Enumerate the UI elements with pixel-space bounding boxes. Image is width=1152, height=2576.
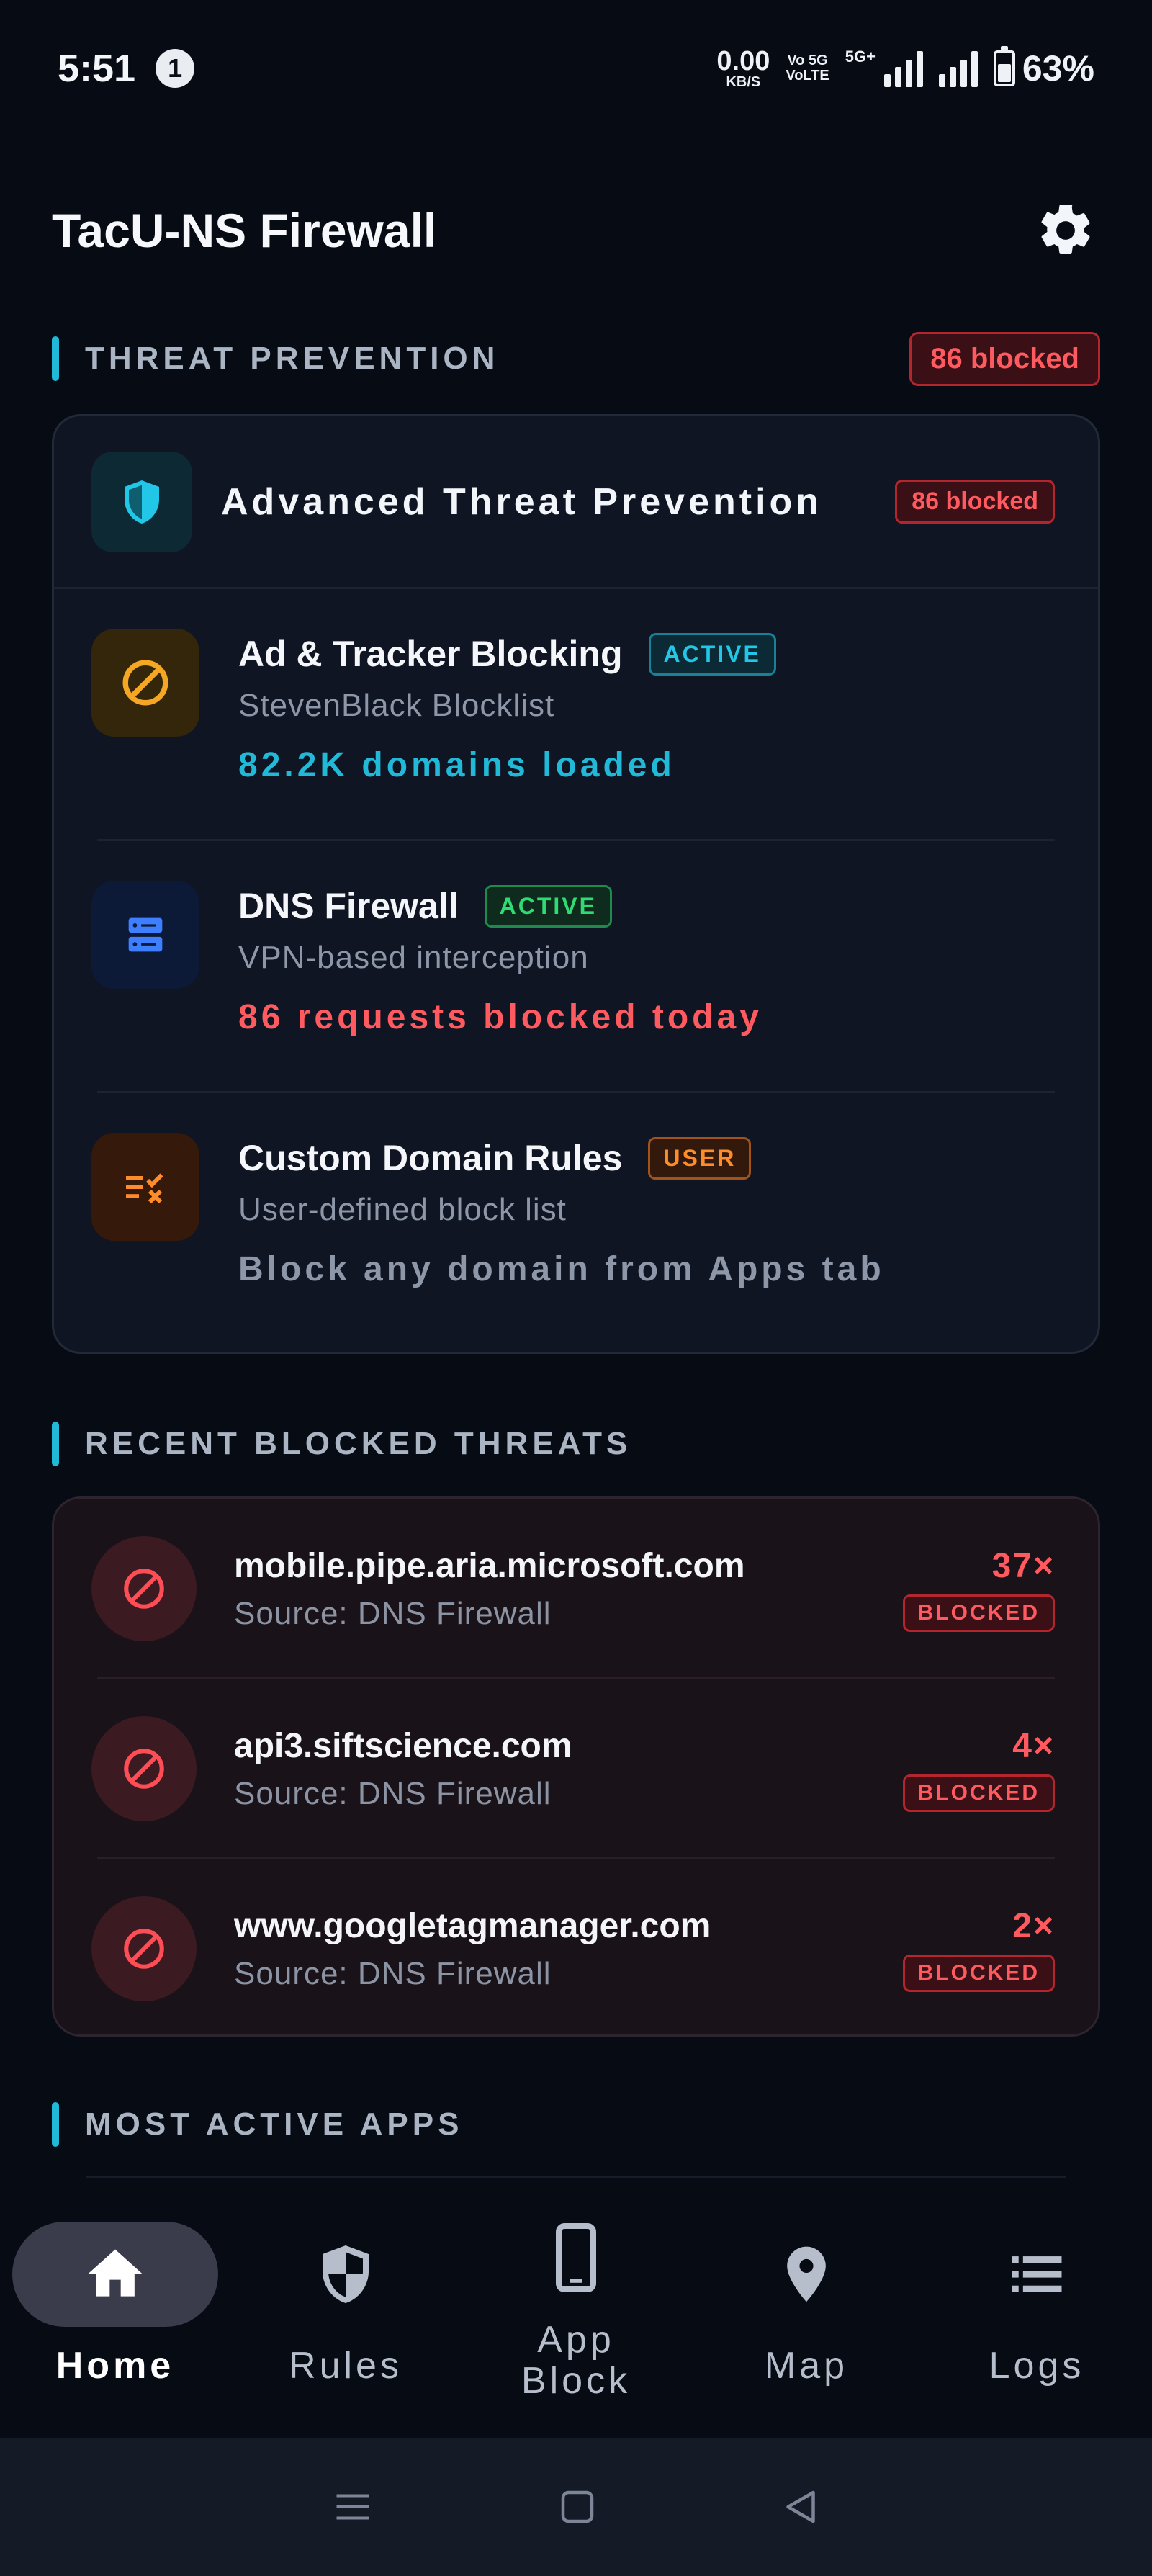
nav-home-pill[interactable] — [12, 2222, 218, 2327]
threat-row[interactable]: mobile.pipe.aria.microsoft.com Source: D… — [54, 1499, 1098, 1679]
nav-label: Map — [764, 2345, 849, 2387]
section-accent-bar — [52, 2102, 59, 2147]
threat-status-badge: BLOCKED — [902, 1594, 1055, 1632]
threat-row[interactable]: api3.siftscience.com Source: DNS Firewal… — [54, 1679, 1098, 1859]
gear-icon — [1041, 205, 1090, 254]
nav-map-pill[interactable] — [703, 2222, 909, 2327]
net-speed-unit: KB/S — [726, 74, 761, 90]
map-pin-icon — [787, 2246, 826, 2302]
feature-subtitle: User-defined block list — [238, 1192, 567, 1227]
feature-dns-firewall[interactable]: DNS Firewall ACTIVE VPN-based intercepti… — [54, 841, 1098, 1093]
atp-card-header: Advanced Threat Prevention 86 blocked — [54, 416, 1098, 589]
list-icon — [1012, 2256, 1062, 2292]
most-active-apps-header: MOST ACTIVE APPS — [52, 2096, 1100, 2153]
menu-icon[interactable] — [330, 2485, 376, 2528]
nav-app-block-pill[interactable] — [473, 2222, 679, 2315]
recent-threats-card: mobile.pipe.aria.microsoft.com Source: D… — [52, 1496, 1100, 2037]
net-speed-value: 0.00 — [716, 46, 770, 76]
feature-status-badge: USER — [648, 1136, 752, 1180]
threat-source: Source: DNS Firewall — [234, 1775, 552, 1811]
volte-label-1: Vo 5G — [787, 53, 828, 68]
battery-icon — [993, 46, 1015, 86]
status-time: 5:51 — [58, 47, 136, 90]
feature-status-badge: ACTIVE — [648, 632, 776, 676]
threat-source: Source: DNS Firewall — [234, 1595, 552, 1631]
feature-custom-domain-rules[interactable]: Custom Domain Rules USER User-defined bl… — [54, 1093, 1098, 1345]
section-accent-bar — [52, 336, 59, 381]
feature-status-badge: ACTIVE — [484, 884, 612, 928]
threat-domain: api3.siftscience.com — [234, 1726, 572, 1765]
threat-count: 4× — [1012, 1726, 1055, 1765]
nav-map[interactable]: Map — [691, 2222, 922, 2438]
network-type: 5G+ — [845, 48, 876, 66]
divider — [86, 2176, 1066, 2178]
volte-indicator: Vo 5G VoLTE — [786, 53, 829, 84]
app-title: TacU-NS Firewall — [52, 204, 437, 257]
section-title: MOST ACTIVE APPS — [85, 2106, 464, 2142]
section-title: RECENT BLOCKED THREATS — [85, 1426, 632, 1461]
signal-strength-icon — [883, 50, 923, 87]
feature-stat: 86 requests blocked today — [238, 998, 762, 1036]
atp-blocked-badge: 86 blocked — [895, 480, 1055, 524]
bottom-navigation: Home Rules App Block Map Logs — [0, 2189, 1152, 2438]
feature-subtitle: VPN-based interception — [238, 940, 589, 975]
recent-threats-header: RECENT BLOCKED THREATS — [52, 1415, 1100, 1473]
feature-title: DNS Firewall — [238, 886, 459, 926]
home-icon — [87, 2249, 143, 2297]
blocked-count-badge: 86 blocked — [909, 331, 1100, 386]
volte-label-2: VoLTE — [786, 68, 829, 84]
section-accent-bar — [52, 1422, 59, 1466]
app-header: TacU-NS Firewall — [0, 184, 1152, 277]
feature-title: Ad & Tracker Blocking — [238, 634, 623, 674]
nav-label: Logs — [989, 2345, 1085, 2387]
net-speed: 0.00 KB/S — [716, 48, 770, 89]
nav-label: Home — [55, 2345, 175, 2387]
threat-count: 2× — [1012, 1906, 1055, 1945]
threat-domain: mobile.pipe.aria.microsoft.com — [234, 1546, 745, 1585]
nav-rules[interactable]: Rules — [230, 2222, 461, 2438]
status-bar: 5:51 1 0.00 KB/S Vo 5G VoLTE 5G+ 63% — [0, 0, 1152, 137]
threat-row[interactable]: www.googletagmanager.com Source: DNS Fir… — [54, 1859, 1098, 2034]
shield-icon — [91, 451, 192, 552]
threat-domain: www.googletagmanager.com — [234, 1906, 711, 1945]
threat-source: Source: DNS Firewall — [234, 1955, 552, 1991]
nav-label: App Block — [521, 2319, 631, 2402]
settings-button[interactable] — [1031, 196, 1100, 265]
blocked-icon — [91, 1896, 197, 2001]
nav-home[interactable]: Home — [0, 2222, 230, 2438]
system-navigation-bar — [0, 2438, 1152, 2576]
block-circle-icon — [91, 629, 199, 737]
threat-status-badge: BLOCKED — [902, 1954, 1055, 1992]
blocked-icon — [91, 1716, 197, 1821]
nav-rules-pill[interactable] — [243, 2222, 449, 2327]
signal-strength-icon-2 — [938, 50, 978, 87]
feature-stat: Block any domain from Apps tab — [238, 1250, 885, 1288]
threat-prevention-card: Advanced Threat Prevention 86 blocked Ad… — [52, 414, 1100, 1354]
battery-indicator: 63% — [993, 46, 1094, 89]
rule-list-icon — [91, 1133, 199, 1241]
phone-icon — [556, 2223, 596, 2292]
atp-card-title: Advanced Threat Prevention — [221, 480, 823, 523]
section-title: THREAT PREVENTION — [85, 341, 500, 376]
home-square-icon[interactable] — [556, 2485, 599, 2528]
shield-icon — [323, 2245, 369, 2303]
nav-logs-pill[interactable] — [934, 2222, 1140, 2327]
threat-count: 37× — [991, 1546, 1055, 1585]
feature-ad-tracker-blocking[interactable]: Ad & Tracker Blocking ACTIVE StevenBlack… — [54, 589, 1098, 841]
battery-percent: 63% — [1022, 48, 1094, 89]
nav-logs[interactable]: Logs — [922, 2222, 1152, 2438]
threat-prevention-header: THREAT PREVENTION 86 blocked — [52, 330, 1100, 387]
server-icon — [91, 881, 199, 989]
blocked-icon — [91, 1536, 197, 1641]
feature-stat: 82.2K domains loaded — [238, 746, 675, 784]
nav-label: Rules — [289, 2345, 402, 2387]
back-triangle-icon[interactable] — [779, 2485, 822, 2528]
notification-count-badge: 1 — [156, 49, 195, 88]
nav-app-block[interactable]: App Block — [461, 2222, 691, 2438]
feature-title: Custom Domain Rules — [238, 1138, 623, 1178]
feature-subtitle: StevenBlack Blocklist — [238, 688, 555, 723]
threat-status-badge: BLOCKED — [902, 1774, 1055, 1812]
